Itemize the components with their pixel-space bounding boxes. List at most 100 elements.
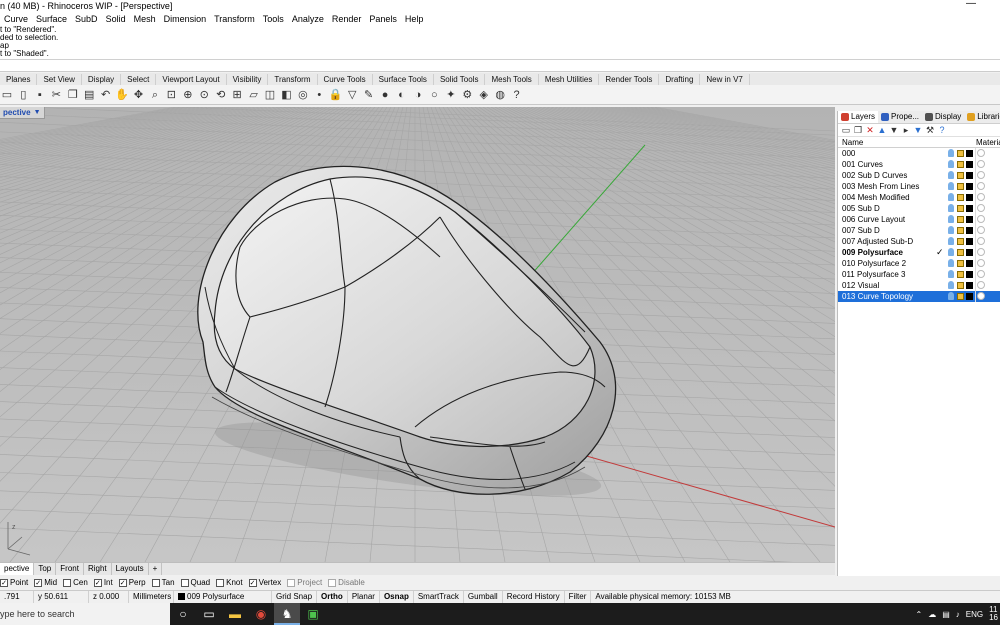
- material-icon[interactable]: [977, 292, 985, 300]
- filter-toggle[interactable]: Filter: [565, 590, 592, 603]
- new-file-icon[interactable]: ▭: [0, 88, 14, 102]
- material-icon[interactable]: [977, 182, 985, 190]
- visibility-bulb-icon[interactable]: [948, 149, 954, 157]
- rotate-view-icon[interactable]: ⟲: [214, 88, 228, 102]
- xray-sphere-icon[interactable]: ○: [427, 88, 441, 102]
- layer-name[interactable]: 007 Sub D: [842, 226, 880, 235]
- toolbar-tab-solid-tools[interactable]: Solid Tools: [434, 74, 486, 85]
- viewport-tab-right[interactable]: Right: [84, 563, 112, 575]
- camtasia-icon[interactable]: ▣: [300, 603, 326, 625]
- material-icon[interactable]: [977, 226, 985, 234]
- layers-icon[interactable]: ◈: [477, 88, 491, 102]
- four-views-icon[interactable]: ⊞: [230, 88, 244, 102]
- layer-row[interactable]: 007 Adjusted Sub-D: [838, 236, 1000, 247]
- layer-name[interactable]: 004 Mesh Modified: [842, 193, 910, 202]
- material-icon[interactable]: [977, 270, 985, 278]
- menu-item-render[interactable]: Render: [328, 14, 366, 24]
- point-icon[interactable]: •: [312, 88, 326, 102]
- osnap-project[interactable]: Project: [287, 578, 322, 587]
- filter-icon[interactable]: ▼: [913, 125, 923, 135]
- tools-icon[interactable]: ⚒: [925, 125, 935, 136]
- named-view-icon[interactable]: ◧: [279, 88, 293, 102]
- menu-item-mesh[interactable]: Mesh: [130, 14, 160, 24]
- layer-row[interactable]: 013 Curve Topology: [838, 291, 1000, 302]
- toolbar-tab-visibility[interactable]: Visibility: [227, 74, 269, 85]
- layer-row[interactable]: 012 Visual: [838, 280, 1000, 291]
- file-explorer-icon[interactable]: ▬: [222, 603, 248, 625]
- lock-icon[interactable]: [957, 238, 964, 245]
- layer-color-swatch[interactable]: [966, 249, 973, 256]
- layer-color-swatch[interactable]: [966, 260, 973, 267]
- layer-name[interactable]: 011 Polysurface 3: [842, 270, 905, 279]
- ghosted-sphere-icon[interactable]: ◑: [411, 88, 425, 102]
- new-layer-icon[interactable]: ▭: [841, 125, 851, 136]
- cut-icon[interactable]: ✂: [49, 88, 63, 102]
- osnap-vertex[interactable]: ✓ Vertex: [248, 578, 281, 587]
- rendered-sphere-icon[interactable]: ●: [378, 88, 392, 102]
- layer-row[interactable]: 001 Curves: [838, 159, 1000, 170]
- cortana-icon[interactable]: ○: [170, 603, 196, 625]
- cloud-icon[interactable]: ☁: [928, 610, 936, 619]
- perspective-viewport[interactable]: z pective ▼: [0, 107, 835, 562]
- layer-color-swatch[interactable]: [966, 183, 973, 190]
- osnap-toggle[interactable]: Osnap: [380, 590, 414, 603]
- move-view-icon[interactable]: ✥: [132, 88, 146, 102]
- command-prompt[interactable]: [0, 60, 1000, 72]
- units-label[interactable]: Millimeters: [129, 590, 174, 603]
- speaker-icon[interactable]: ♪: [956, 610, 960, 619]
- panel-tab-display[interactable]: Display: [922, 111, 964, 123]
- render-icon[interactable]: ✎: [362, 88, 376, 102]
- toolbar-tab-mesh-tools[interactable]: Mesh Tools: [485, 74, 539, 85]
- layer-color-swatch[interactable]: [966, 271, 973, 278]
- task-view-icon[interactable]: ▭: [196, 603, 222, 625]
- osnap-checkbox-vertex[interactable]: ✓: [248, 578, 257, 587]
- name-column-header[interactable]: Name: [838, 138, 863, 147]
- layer-row[interactable]: 005 Sub D: [838, 203, 1000, 214]
- visibility-bulb-icon[interactable]: [948, 215, 954, 223]
- material-icon[interactable]: [977, 248, 985, 256]
- lock-icon[interactable]: [957, 293, 964, 300]
- record-history-toggle[interactable]: Record History: [503, 590, 565, 603]
- lock-icon[interactable]: [957, 271, 964, 278]
- menu-item-dimension[interactable]: Dimension: [160, 14, 211, 24]
- osnap-disable[interactable]: Disable: [328, 578, 365, 587]
- zoom-window-icon[interactable]: ⊡: [164, 88, 178, 102]
- layer-name[interactable]: 005 Sub D: [842, 204, 880, 213]
- layer-row[interactable]: 000: [838, 148, 1000, 159]
- menu-item-curve[interactable]: Curve: [0, 14, 32, 24]
- gumball-toggle[interactable]: Gumball: [464, 590, 503, 603]
- layer-row[interactable]: 009 Polysurface ✓: [838, 247, 1000, 258]
- move-down-icon[interactable]: ▼: [889, 125, 899, 135]
- toolbar-tab-transform[interactable]: Transform: [268, 74, 318, 85]
- planar-toggle[interactable]: Planar: [348, 590, 380, 603]
- add-layout-button[interactable]: +: [149, 563, 163, 575]
- toolbar-tab-curve-tools[interactable]: Curve Tools: [318, 74, 373, 85]
- material-icon[interactable]: [977, 193, 985, 201]
- menu-item-subd[interactable]: SubD: [71, 14, 102, 24]
- chrome-icon[interactable]: ◉: [248, 603, 274, 625]
- layer-name[interactable]: 013 Curve Topology: [842, 292, 913, 301]
- visibility-bulb-icon[interactable]: [948, 171, 954, 179]
- toolbar-tab-render-tools[interactable]: Render Tools: [599, 74, 660, 85]
- clock[interactable]: 11 16: [989, 606, 998, 622]
- visibility-bulb-icon[interactable]: [948, 182, 954, 190]
- layer-name[interactable]: 001 Curves: [842, 160, 883, 169]
- osnap-checkbox-disable[interactable]: [328, 578, 337, 587]
- lock-icon[interactable]: [957, 161, 964, 168]
- osnap-mid[interactable]: ✓ Mid: [34, 578, 57, 587]
- layer-row[interactable]: 003 Mesh From Lines: [838, 181, 1000, 192]
- save-icon[interactable]: ▪: [33, 88, 47, 102]
- viewport-tab-pective[interactable]: pective: [0, 563, 35, 575]
- lock-icon[interactable]: [957, 282, 964, 289]
- toolbar-tab-mesh-utilities[interactable]: Mesh Utilities: [539, 74, 600, 85]
- osnap-int[interactable]: ✓ Int: [93, 578, 113, 587]
- layer-name[interactable]: 009 Polysurface: [842, 248, 903, 257]
- select-filter-icon[interactable]: ▽: [345, 88, 359, 102]
- viewport-title-label[interactable]: pective: [3, 108, 31, 117]
- gear-settings-icon[interactable]: ⚙: [460, 88, 474, 102]
- move-up-icon[interactable]: ▲: [877, 125, 887, 135]
- material-icon[interactable]: [977, 259, 985, 267]
- layer-name[interactable]: 006 Curve Layout: [842, 215, 905, 224]
- lock-icon[interactable]: [957, 172, 964, 179]
- osnap-checkbox-mid[interactable]: ✓: [34, 578, 43, 587]
